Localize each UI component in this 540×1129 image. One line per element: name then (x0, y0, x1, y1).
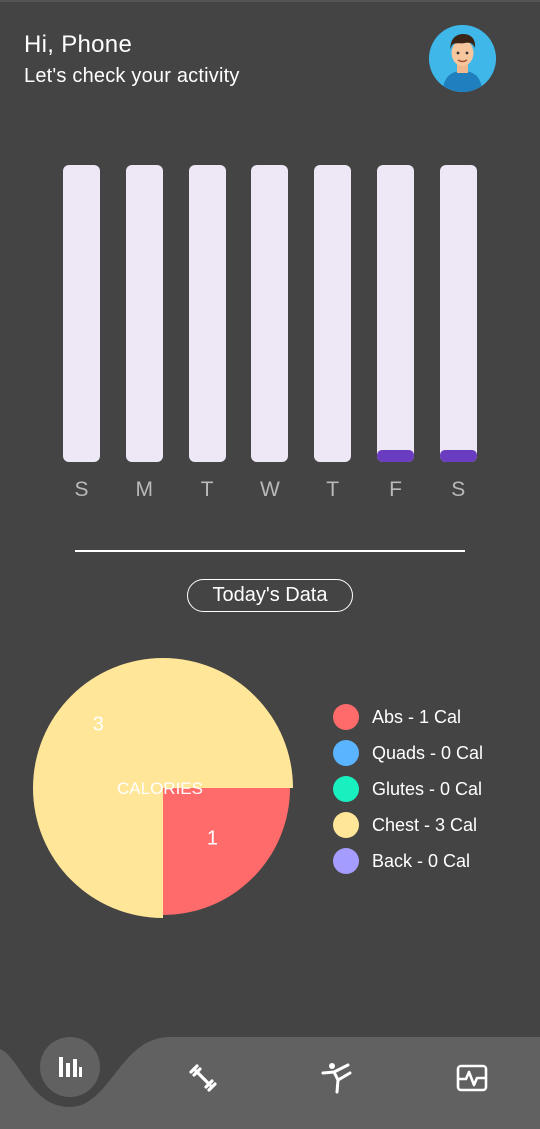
pie-slice-abs (163, 788, 290, 915)
dumbbell-icon (189, 1064, 217, 1092)
day-bar (377, 165, 414, 462)
day-label: F (389, 478, 402, 498)
legend-color-dot (333, 812, 359, 838)
divider (75, 550, 465, 552)
calories-pie-chart: 1 3 CALORIES (33, 658, 293, 918)
legend-item: Glutes - 0 Cal (333, 776, 482, 802)
nav-stats-button[interactable] (40, 1037, 100, 1097)
weekday-labels: SMTWTFS (63, 476, 477, 498)
legend-label: Abs - 1 Cal (372, 706, 462, 727)
day-bar (251, 165, 289, 462)
legend-color-dot (333, 776, 359, 802)
pie-slice-label: 1 (207, 827, 218, 849)
day-label: W (259, 478, 280, 498)
day-bar (63, 165, 100, 462)
day-label: M (135, 478, 154, 498)
day-bar (188, 165, 226, 462)
todays-data-button[interactable]: Today's Data (187, 579, 353, 612)
day-label: T (326, 478, 340, 498)
pie-center-label: CALORIES (117, 779, 203, 798)
legend-item: Quads - 0 Cal (333, 740, 483, 766)
legend-color-dot (333, 848, 359, 874)
legend-item: Chest - 3 Cal (333, 812, 477, 838)
nav-exercise-button[interactable] (317, 1058, 357, 1098)
activity-icon (456, 1064, 488, 1092)
stats-icon (59, 1057, 82, 1077)
greeting-subtitle: Let's check your activity (24, 65, 240, 87)
avatar-icon (429, 25, 496, 92)
legend-label: Chest - 3 Cal (372, 814, 478, 835)
top-edge (0, 0, 540, 2)
legend-label: Quads - 0 Cal (372, 742, 484, 763)
day-label: S (74, 478, 89, 498)
day-label: S (451, 478, 466, 498)
pie-slice-label: 3 (93, 713, 104, 735)
legend-color-dot (333, 704, 359, 730)
nav-workout-button[interactable] (183, 1058, 223, 1098)
day-bar-fill (377, 450, 414, 462)
legend-label: Glutes - 0 Cal (372, 778, 483, 799)
legend-label: Back - 0 Cal (372, 850, 471, 871)
legend-color-dot (333, 740, 359, 766)
legend-item: Back - 0 Cal (333, 848, 470, 874)
weekly-activity-chart (63, 165, 477, 462)
day-bar (314, 165, 352, 462)
avatar[interactable] (429, 25, 496, 92)
day-bar-fill (439, 450, 477, 462)
day-label: T (200, 478, 214, 498)
legend-item: Abs - 1 Cal (333, 704, 461, 730)
stretch-icon (321, 1063, 352, 1094)
day-bar (125, 165, 163, 462)
nav-activity-button[interactable] (452, 1058, 492, 1098)
greeting-title: Hi, Phone (24, 31, 133, 58)
day-bar (439, 165, 477, 462)
